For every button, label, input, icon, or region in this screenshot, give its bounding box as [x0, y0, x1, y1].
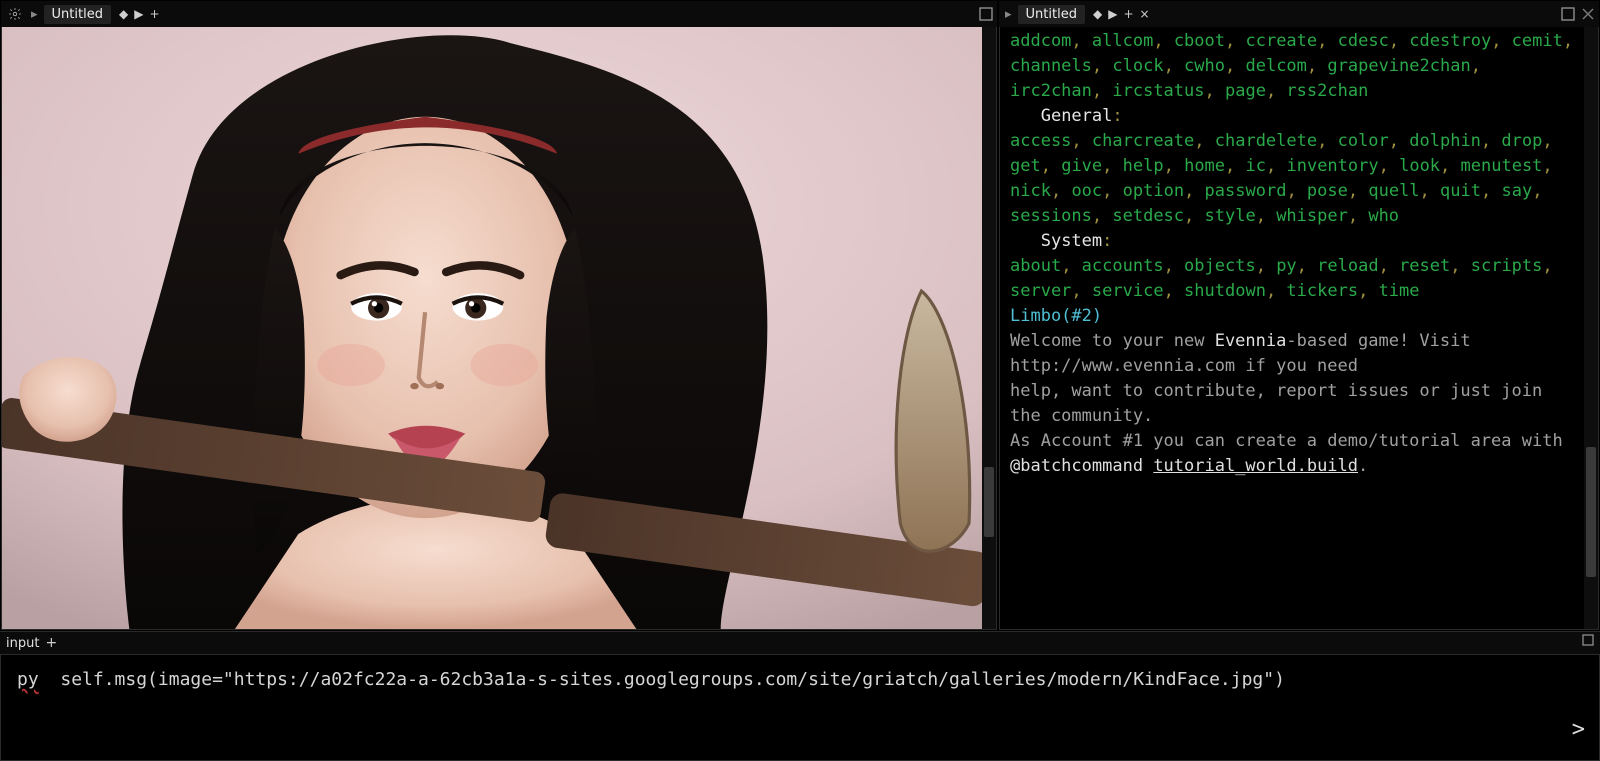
right-tabbar: ▸ Untitled ◆ ▶ + ×	[999, 1, 1599, 27]
plus-icon[interactable]: +	[1123, 7, 1133, 21]
input-pane: input + py self.msg(image="https://a02fc…	[0, 631, 1600, 761]
diamond-icon[interactable]: ◆	[1093, 7, 1102, 21]
close-icon[interactable]: ×	[1140, 7, 1150, 21]
gear-icon[interactable]	[5, 7, 25, 21]
terminal-output[interactable]: addcom, allcom, cboot, ccreate, cdesc, c…	[1010, 29, 1582, 627]
left-tabbar: ▸ Untitled ◆ ▶ +	[1, 1, 997, 27]
scrollbar-vertical[interactable]	[982, 27, 996, 629]
input-content: py self.msg(image="https://a02fc22a-a-62…	[0, 654, 1600, 761]
left-tab-label[interactable]: Untitled	[44, 5, 111, 24]
maximize-icon[interactable]	[1582, 634, 1594, 649]
play-icon[interactable]: ▶	[1108, 7, 1117, 21]
command-input[interactable]: py self.msg(image="https://a02fc22a-a-62…	[1, 655, 1599, 704]
send-icon[interactable]: >	[1572, 717, 1585, 742]
app-root: ▸ Untitled ◆ ▶ +	[0, 0, 1600, 761]
plus-icon[interactable]: +	[149, 7, 159, 21]
plus-icon[interactable]: +	[45, 635, 57, 651]
right-content: addcom, allcom, cboot, ccreate, cdesc, c…	[999, 27, 1599, 630]
chevron-right-icon: ▸	[1005, 7, 1012, 22]
scroll-thumb[interactable]	[1586, 447, 1596, 577]
chevron-right-icon: ▸	[31, 7, 38, 22]
left-pane: ▸ Untitled ◆ ▶ +	[0, 0, 998, 631]
input-tabbar: input +	[0, 632, 1600, 654]
play-icon[interactable]: ▶	[134, 7, 143, 21]
scrollbar-vertical[interactable]	[1584, 27, 1598, 629]
image-viewer[interactable]	[2, 27, 996, 629]
maximize-icon[interactable]	[979, 7, 993, 21]
split-top: ▸ Untitled ◆ ▶ +	[0, 0, 1600, 631]
scroll-thumb[interactable]	[984, 467, 994, 537]
left-content	[1, 27, 997, 630]
right-tab-label[interactable]: Untitled	[1018, 5, 1085, 24]
close-window-icon[interactable]	[1581, 7, 1595, 21]
right-pane: ▸ Untitled ◆ ▶ + × addco	[998, 0, 1600, 631]
maximize-icon[interactable]	[1561, 7, 1575, 21]
diamond-icon[interactable]: ◆	[119, 7, 128, 21]
input-tab-label[interactable]: input	[6, 636, 39, 651]
portrait-image	[2, 27, 996, 629]
